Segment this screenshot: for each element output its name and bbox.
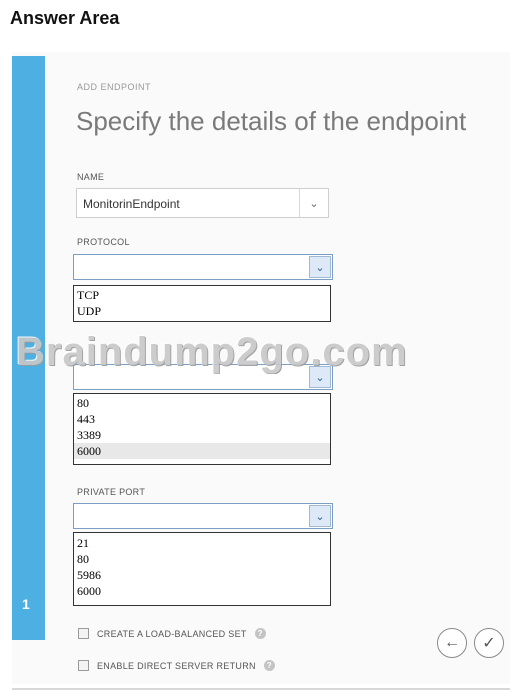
public-port-option[interactable]: 443: [74, 411, 330, 427]
chevron-down-icon[interactable]: ⌄: [309, 256, 331, 278]
private-port-option[interactable]: 21: [74, 535, 330, 551]
public-port-option[interactable]: 6000: [74, 443, 330, 459]
name-combobox[interactable]: MonitorinEndpoint ⌄: [76, 188, 329, 218]
load-balanced-checkbox[interactable]: [78, 628, 89, 639]
page-title: Answer Area: [10, 8, 120, 28]
direct-return-checkbox[interactable]: [78, 660, 89, 671]
private-port-option[interactable]: 6000: [74, 583, 330, 599]
help-icon[interactable]: ?: [254, 628, 266, 639]
chevron-down-icon[interactable]: ⌄: [299, 189, 328, 217]
public-port-option[interactable]: 3389: [74, 427, 330, 443]
step-number: 1: [22, 596, 30, 612]
finish-button[interactable]: ✓: [474, 628, 504, 658]
load-balanced-label: CREATE A LOAD-BALANCED SET: [97, 628, 247, 639]
public-port-options-list[interactable]: 80 443 3389 6000: [73, 393, 331, 465]
arrow-left-icon: ←: [444, 634, 460, 651]
wizard-kicker: ADD ENDPOINT: [77, 82, 152, 92]
protocol-dropdown[interactable]: ⌄: [73, 254, 333, 280]
private-port-option[interactable]: 80: [74, 551, 330, 567]
protocol-options-list[interactable]: TCP UDP: [73, 285, 331, 322]
bottom-divider: [12, 688, 510, 690]
checkmark-icon: ✓: [482, 635, 496, 652]
direct-return-row[interactable]: ENABLE DIRECT SERVER RETURN ?: [78, 660, 275, 671]
chevron-down-icon[interactable]: ⌄: [309, 505, 331, 527]
load-balanced-row[interactable]: CREATE A LOAD-BALANCED SET ?: [78, 628, 266, 639]
direct-return-label: ENABLE DIRECT SERVER RETURN: [97, 660, 256, 671]
protocol-option[interactable]: UDP: [74, 303, 330, 319]
public-port-option[interactable]: 80: [74, 395, 330, 411]
name-label: NAME: [77, 172, 105, 182]
private-port-options-list[interactable]: 21 80 5986 6000: [73, 532, 331, 606]
protocol-option[interactable]: TCP: [74, 287, 330, 303]
name-value: MonitorinEndpoint: [83, 197, 180, 211]
wizard-heading: Specify the details of the endpoint: [76, 106, 467, 136]
private-port-label: PRIVATE PORT: [77, 487, 146, 497]
private-port-dropdown[interactable]: ⌄: [73, 503, 333, 529]
watermark: Braindump2go.com: [16, 330, 408, 374]
help-icon[interactable]: ?: [263, 660, 275, 671]
back-button[interactable]: ←: [437, 628, 467, 658]
protocol-label: PROTOCOL: [77, 237, 130, 247]
private-port-option[interactable]: 5986: [74, 567, 330, 583]
